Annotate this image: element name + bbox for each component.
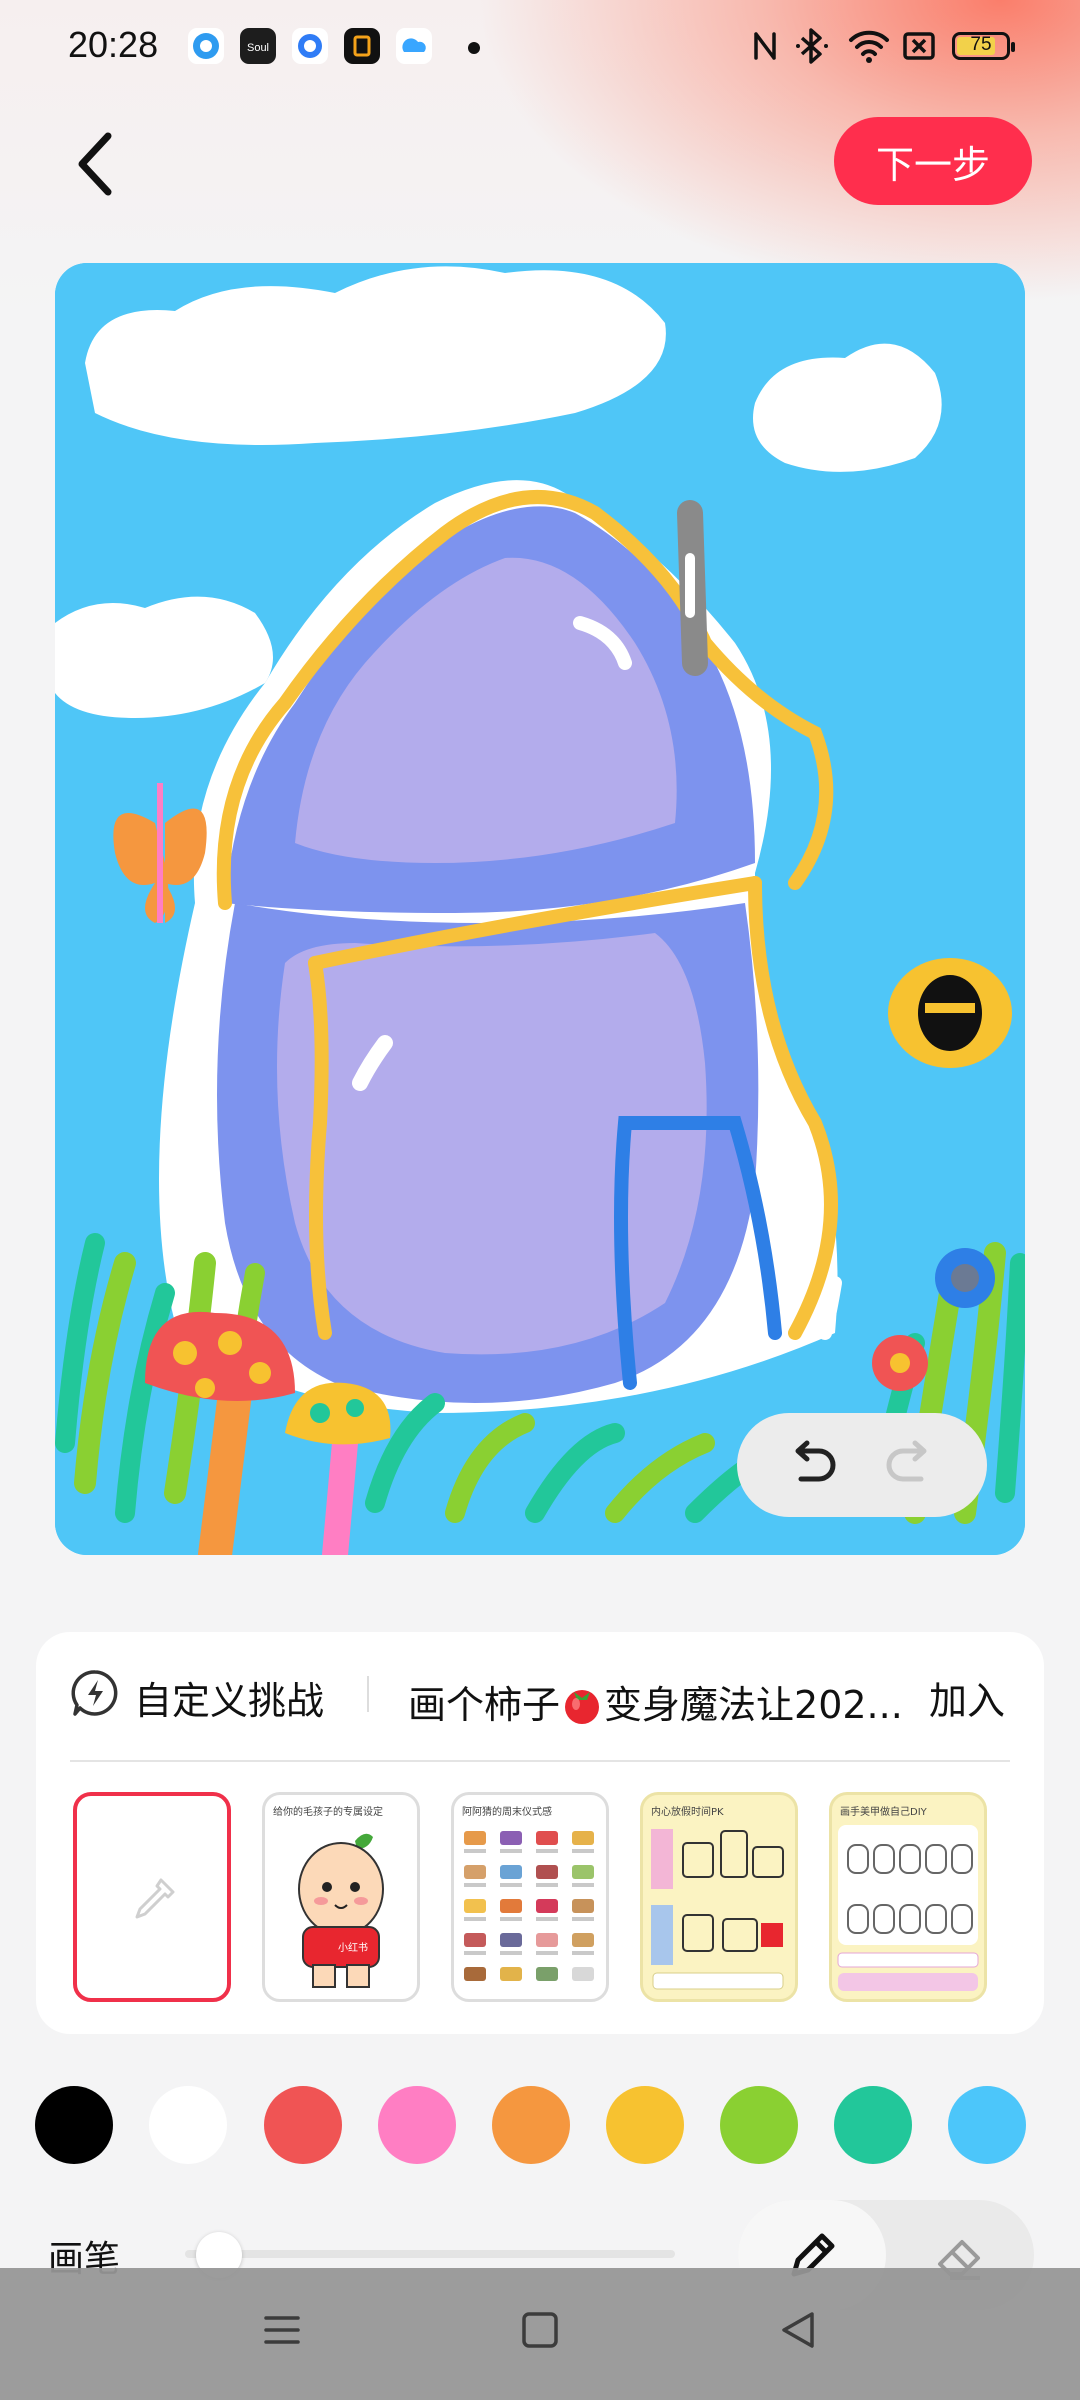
challenge-topic-text: 画个柿子 (408, 1683, 561, 1727)
template-weekend-ritual[interactable]: 阿阿猜的周末仪式感 (451, 1792, 609, 2002)
menu-icon[interactable] (262, 2310, 302, 2350)
svg-text:Soul: Soul (247, 42, 269, 54)
status-bar: 20:28 Soul 75 (0, 0, 1080, 96)
template-title: 内心放假时间PK (651, 1807, 724, 1818)
template-grid-illustration (464, 1831, 594, 1981)
color-swatch-red[interactable] (264, 2086, 342, 2164)
soul-app-icon: Soul (240, 28, 276, 64)
color-swatch-pink[interactable] (378, 2086, 456, 2164)
custom-challenge-button[interactable]: 自定义挑战 (134, 1670, 324, 1725)
battery-indicator: 75 (952, 32, 1015, 60)
battery-level: 75 (970, 34, 992, 55)
redo-button[interactable] (877, 1431, 945, 1499)
undo-redo-bar (737, 1413, 987, 1517)
color-swatch-white[interactable] (149, 2086, 227, 2164)
svg-text:小红书: 小红书 (338, 1941, 368, 1954)
template-luggage-illustration (651, 1829, 784, 1990)
template-title: 给你的毛孩子的专属设定 (273, 1807, 383, 1818)
challenge-topic-suffix: 变身魔法让202... (604, 1683, 903, 1727)
color-swatch-green[interactable] (720, 2086, 798, 2164)
eyedropper-icon (135, 1878, 175, 1919)
color-swatch-teal[interactable] (834, 2086, 912, 2164)
browser-app-icon (292, 28, 328, 64)
undo-icon (795, 1440, 836, 1482)
card-divider (70, 1760, 1010, 1762)
more-notifications-dot (468, 42, 480, 54)
template-vacation-pk[interactable]: 内心放假时间PK (640, 1792, 798, 2002)
divider (367, 1676, 369, 1712)
challenge-topic[interactable]: 画个柿子 变身魔法让202... (408, 1674, 903, 1729)
notes-app-icon (344, 28, 380, 64)
color-swatch-sky-blue[interactable] (948, 2086, 1026, 2164)
back-button[interactable] (62, 124, 132, 204)
template-title: 阿阿猜的周末仪式感 (462, 1807, 552, 1818)
back-triangle-icon[interactable] (778, 2310, 818, 2350)
system-nav-bar (0, 2268, 1080, 2400)
color-swatch-black[interactable] (35, 2086, 113, 2164)
home-icon[interactable] (520, 2310, 560, 2350)
redo-icon (886, 1440, 927, 1482)
next-step-button[interactable]: 下一步 (834, 117, 1032, 205)
tomato-icon (565, 1690, 600, 1724)
bolt-bubble-icon (71, 1670, 118, 1716)
chevron-left-icon (78, 132, 112, 196)
nfc-icon (754, 32, 776, 60)
undo-button[interactable] (777, 1431, 845, 1499)
drawing-canvas[interactable] (55, 263, 1025, 1555)
template-nails-illustration (837, 1825, 979, 1991)
challenge-row: 自定义挑战 画个柿子 变身魔法让202... 加入 (36, 1632, 1044, 1750)
color-swatch-orange[interactable] (492, 2086, 570, 2164)
sim-off-icon (903, 32, 935, 60)
wifi-icon (849, 30, 889, 63)
brush-size-slider[interactable] (185, 2250, 675, 2258)
drawing-artwork (55, 263, 1025, 1555)
color-swatch-yellow[interactable] (606, 2086, 684, 2164)
bluetooth-icon (796, 28, 828, 64)
cloud-app-icon (396, 28, 432, 64)
template-title: 画手美甲做自己DIY (840, 1807, 927, 1818)
template-pet-setting[interactable]: 给你的毛孩子的专属设定 小红书 (262, 1792, 420, 2002)
status-time: 20:28 (68, 24, 159, 65)
template-blank[interactable] (73, 1792, 231, 2002)
chat-app-icon (188, 28, 224, 64)
template-nail-diy[interactable]: 画手美甲做自己DIY (829, 1792, 987, 2002)
template-character-illustration: 小红书 (298, 1833, 384, 1988)
join-challenge-link[interactable]: 加入 (929, 1670, 1005, 1725)
